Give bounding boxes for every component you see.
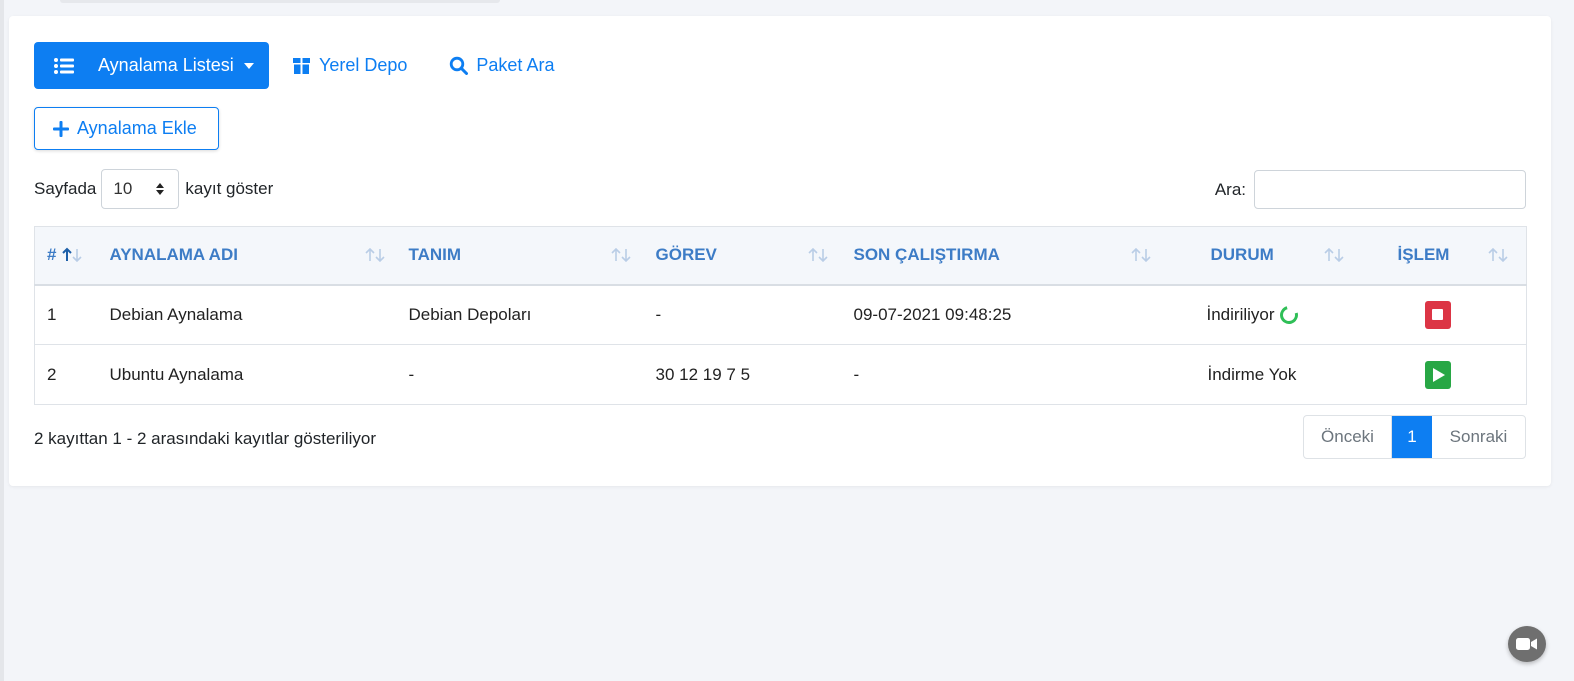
video-camera-button[interactable] (1508, 626, 1546, 662)
status-text: İndirme Yok (1207, 364, 1297, 384)
cell-description: Debian Depoları (395, 284, 643, 345)
cell-text: Ubuntu Aynalama (109, 364, 244, 384)
table-row: 2 Ubuntu Aynalama - 30 12 19 7 5 - İndir… (34, 344, 1527, 405)
column-label: SON ÇALIŞTIRMA (853, 245, 1000, 265)
cell-id: 1 (34, 284, 97, 345)
column-header-action[interactable]: İŞLEM (1373, 226, 1527, 286)
search-icon (450, 56, 469, 75)
column-header-last-run[interactable]: SON ÇALIŞTIRMA (840, 226, 1174, 286)
search-label: Ara: (1214, 179, 1246, 199)
video-camera-icon (1516, 638, 1537, 650)
table-header-row: # AYNALAMA ADI TANIM GÖREV SON ÇALIŞTIRM… (34, 226, 1527, 286)
page-length-control: Sayfada 10 kayıt göster (34, 169, 273, 209)
table-search: Ara: (1215, 170, 1526, 209)
column-header-task[interactable]: GÖREV (642, 226, 841, 286)
sort-asc-icon (62, 247, 83, 263)
cell-description: - (395, 344, 643, 405)
page-length-select[interactable]: 10 (101, 169, 180, 209)
sort-icon (364, 247, 385, 263)
cell-text: Debian Depoları (408, 304, 532, 324)
cell-text: 1 (47, 304, 57, 324)
add-mirror-button[interactable]: Aynalama Ekle (34, 107, 219, 150)
cell-action (1373, 344, 1527, 405)
play-button[interactable] (1424, 360, 1451, 389)
cell-status: İndirme Yok (1173, 344, 1374, 405)
cell-name: Debian Aynalama (96, 284, 396, 345)
sort-icon (1130, 247, 1151, 263)
sort-icon (807, 247, 828, 263)
sort-icon (1323, 247, 1344, 263)
nav-tabs: Aynalama Listesi Yerel Depo Paket Ara (34, 42, 554, 89)
local-repo-tab[interactable]: Yerel Depo (292, 55, 407, 76)
cell-text: 30 12 19 7 5 (655, 364, 751, 384)
cell-text: 2 (47, 364, 57, 384)
package-search-label: Paket Ara (476, 55, 555, 75)
mirror-list-label: Aynalama Listesi (98, 55, 234, 75)
add-mirror-label: Aynalama Ekle (77, 118, 197, 138)
column-label: # (47, 245, 57, 265)
column-header-name[interactable]: AYNALAMA ADI (96, 226, 396, 286)
pagination: Önceki 1 Sonraki (1303, 415, 1526, 459)
caret-down-icon (243, 62, 254, 69)
cell-task: 30 12 19 7 5 (642, 344, 841, 405)
cell-text: - (408, 364, 415, 384)
list-icon (54, 57, 74, 74)
left-edge (0, 0, 4, 681)
plus-icon (53, 120, 69, 137)
previous-page-button[interactable]: Önceki (1304, 416, 1392, 458)
play-icon (1433, 367, 1446, 382)
spinner-icon (1276, 302, 1301, 328)
local-repo-label: Yerel Depo (319, 55, 408, 75)
status-text: İndiriliyor (1206, 304, 1275, 324)
cell-text: Debian Aynalama (109, 304, 243, 324)
sort-icon (610, 247, 631, 263)
column-header-description[interactable]: TANIM (395, 226, 643, 286)
page-length-value: 10 (113, 179, 133, 198)
search-input[interactable] (1254, 170, 1526, 209)
cell-action (1373, 284, 1527, 345)
select-arrows-icon (156, 183, 165, 195)
cell-text: 09-07-2021 09:48:25 (853, 304, 1012, 324)
column-label: TANIM (408, 245, 462, 265)
column-label: DURUM (1210, 245, 1274, 265)
stop-icon (1432, 309, 1444, 321)
mirror-card: Aynalama Listesi Yerel Depo Paket Ara Ay… (9, 16, 1551, 486)
table-row: 1 Debian Aynalama Debian Depoları - 09-0… (34, 284, 1527, 345)
stop-button[interactable] (1424, 300, 1451, 329)
cell-last-run: - (840, 344, 1174, 405)
next-page-button[interactable]: Sonraki (1432, 416, 1525, 458)
cell-status: İndiriliyor (1173, 284, 1374, 345)
package-search-tab[interactable]: Paket Ara (449, 55, 554, 76)
page-1-button[interactable]: 1 (1392, 416, 1432, 458)
cell-text: - (655, 304, 662, 324)
cell-last-run: 09-07-2021 09:48:25 (840, 284, 1174, 345)
box-icon (293, 57, 310, 74)
sort-icon (1487, 247, 1508, 263)
mirror-table: # AYNALAMA ADI TANIM GÖREV SON ÇALIŞTIRM… (34, 226, 1527, 405)
cell-text: - (853, 364, 860, 384)
cell-name: Ubuntu Aynalama (96, 344, 396, 405)
column-label: AYNALAMA ADI (109, 245, 238, 265)
cell-id: 2 (34, 344, 97, 405)
cell-task: - (642, 284, 841, 345)
column-label: İŞLEM (1397, 245, 1450, 265)
length-prefix: Sayfada (34, 179, 97, 198)
column-label: GÖREV (655, 245, 717, 265)
length-suffix: kayıt göster (185, 179, 274, 198)
mirror-list-dropdown-button[interactable]: Aynalama Listesi (34, 42, 269, 89)
table-info-text: 2 kayıttan 1 - 2 arasındaki kayıtlar gös… (34, 429, 377, 448)
top-edge (60, 0, 500, 3)
column-header-status[interactable]: DURUM (1173, 226, 1374, 286)
column-header-id[interactable]: # (34, 226, 97, 286)
